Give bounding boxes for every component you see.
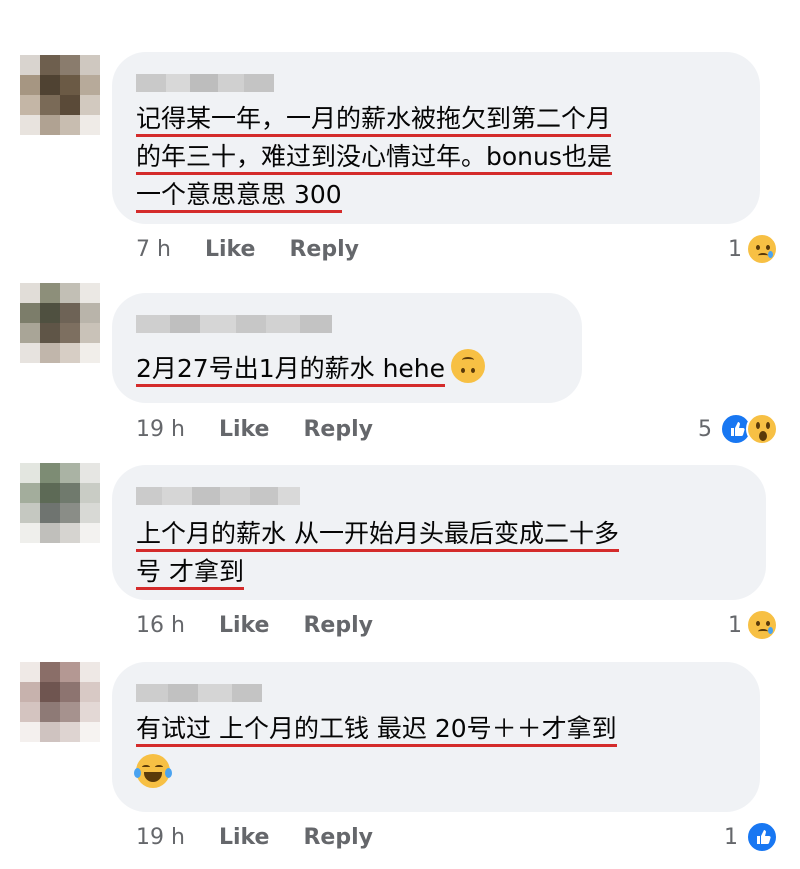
reaction-count: 1: [728, 612, 742, 638]
timestamp[interactable]: 19 h: [136, 825, 185, 850]
comment-bubble: 上个月的薪水 从一开始月头最后变成二十多 号 才拿到: [112, 465, 766, 600]
comment-meta: 16 h Like Reply: [136, 610, 407, 640]
comment-bubble: 2月27号出1月的薪水 hehe: [112, 293, 582, 403]
comment-text: 上个月的薪水 从一开始月头最后变成二十多 号 才拿到: [136, 515, 619, 591]
like-button[interactable]: Like: [219, 825, 270, 850]
reply-button[interactable]: Reply: [289, 237, 359, 262]
avatar[interactable]: [20, 463, 100, 543]
comment-line: 记得某一年，一月的薪水被拖欠到第二个月: [136, 104, 612, 137]
timestamp[interactable]: 16 h: [136, 613, 185, 638]
timestamp[interactable]: 7 h: [136, 237, 171, 262]
comment-text: 记得某一年，一月的薪水被拖欠到第二个月 的年三十，难过到没心情过年。bonus也…: [136, 100, 612, 214]
like-button[interactable]: Like: [205, 237, 256, 262]
comment-line: 有试过 上个月的工钱 最迟 20号＋＋才拿到: [136, 714, 617, 747]
wow-reaction-icon: [746, 413, 778, 445]
reaction-summary[interactable]: 1: [728, 608, 778, 642]
reaction-count: 1: [724, 824, 738, 850]
upside-down-face-emoji: [451, 349, 486, 383]
comment-bubble: 有试过 上个月的工钱 最迟 20号＋＋才拿到: [112, 662, 760, 812]
comment-meta: 19 h Like Reply: [136, 414, 407, 444]
comment-line: 一个意思意思 300: [136, 180, 342, 213]
reaction-summary[interactable]: 1: [724, 820, 778, 854]
comment-line: 号 才拿到: [136, 557, 244, 590]
sad-reaction-icon: [746, 233, 778, 265]
avatar[interactable]: [20, 662, 100, 742]
comment-meta: 19 h Like Reply: [136, 822, 407, 852]
sad-reaction-icon: [746, 609, 778, 641]
avatar[interactable]: [20, 283, 100, 363]
reply-button[interactable]: Reply: [303, 825, 373, 850]
blurred-author-name[interactable]: [136, 74, 274, 92]
blurred-author-name[interactable]: [136, 487, 300, 505]
blurred-author-name[interactable]: [136, 315, 332, 333]
reaction-count: 5: [698, 416, 712, 442]
reply-button[interactable]: Reply: [303, 417, 373, 442]
avatar[interactable]: [20, 55, 100, 135]
reaction-summary[interactable]: 5: [698, 412, 778, 446]
tears-of-joy-emoji: [134, 754, 172, 788]
reply-button[interactable]: Reply: [303, 613, 373, 638]
reaction-summary[interactable]: 1: [728, 232, 778, 266]
timestamp[interactable]: 19 h: [136, 417, 185, 442]
comment-text: 有试过 上个月的工钱 最迟 20号＋＋才拿到: [134, 710, 617, 793]
reaction-count: 1: [728, 236, 742, 262]
comment-meta: 7 h Like Reply: [136, 234, 393, 264]
comment-line: 2月27号出1月的薪水 hehe: [136, 354, 446, 387]
like-button[interactable]: Like: [219, 417, 270, 442]
like-button[interactable]: Like: [219, 613, 270, 638]
like-reaction-icon: [746, 821, 778, 853]
blurred-author-name[interactable]: [136, 684, 262, 702]
comment-bubble: 记得某一年，一月的薪水被拖欠到第二个月 的年三十，难过到没心情过年。bonus也…: [112, 52, 760, 224]
comment-text: 2月27号出1月的薪水 hehe: [136, 349, 486, 388]
comment-line: 的年三十，难过到没心情过年。bonus也是: [136, 142, 612, 175]
comment-line: 上个月的薪水 从一开始月头最后变成二十多: [136, 519, 619, 552]
